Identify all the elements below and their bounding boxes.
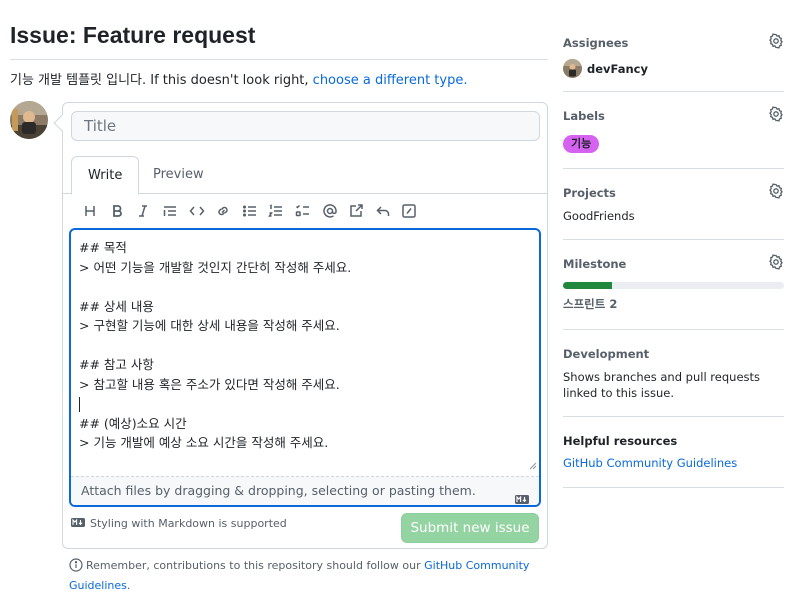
milestone-progress-fill — [563, 282, 612, 289]
body-line: > 구현할 기능에 대한 상세 내용을 작성해 주세요. — [79, 318, 340, 333]
body-line: > 어떤 기능을 개발할 것인지 간단히 작성해 주세요. — [79, 259, 352, 275]
development-section: Development Shows branches and pull requ… — [563, 347, 784, 401]
sidebar-divider — [563, 487, 784, 488]
task-list-icon[interactable] — [290, 200, 317, 222]
milestone-section: Milestone 스프린트 2 — [563, 254, 784, 312]
resources-section: Helpful resources GitHub Community Guide… — [563, 434, 784, 470]
issue-title-input[interactable] — [71, 111, 540, 141]
choose-different-type-link[interactable]: choose a different type. — [313, 73, 468, 88]
resources-heading: Helpful resources — [563, 434, 678, 448]
attach-files-text: Attach files by dragging & dropping, sel… — [81, 483, 476, 498]
markdown-icon — [71, 517, 85, 530]
sidebar-divider — [563, 329, 784, 330]
tab-preview[interactable]: Preview — [137, 156, 220, 195]
reply-icon[interactable] — [370, 200, 397, 222]
bold-icon[interactable] — [104, 200, 131, 222]
issue-body-editor[interactable]: ## 목적 > 어떤 기능을 개발할 것인지 간단히 작성해 주세요. ## 상… — [69, 228, 541, 507]
assignees-section: Assignees devFancy — [563, 33, 784, 78]
link-icon[interactable] — [210, 200, 237, 222]
body-line: > 기능 개발에 예상 소요 시간을 작성해 주세요. — [79, 435, 329, 450]
sidebar-divider — [563, 168, 784, 169]
body-line: > 참고할 내용 혹은 주소가 있다면 작성해 주세요. — [79, 376, 340, 392]
body-line: ## 목적 — [79, 240, 127, 255]
gear-icon[interactable] — [768, 183, 784, 203]
issue-compose-box: Write Preview — [53, 102, 548, 549]
issue-body-textarea[interactable]: ## 목적 > 어떤 기능을 개발할 것인지 간단히 작성해 주세요. ## 상… — [71, 230, 539, 476]
attach-files-bar[interactable]: Attach files by dragging & dropping, sel… — [71, 476, 539, 505]
sidebar-divider — [563, 416, 784, 417]
mention-icon[interactable] — [316, 200, 343, 222]
resize-handle-icon[interactable] — [529, 455, 537, 474]
labels-heading: Labels — [563, 109, 605, 123]
slash-commands-icon[interactable] — [396, 200, 423, 222]
assignee-name: devFancy — [587, 61, 648, 76]
label-pill[interactable]: 기능 — [563, 135, 600, 153]
template-note-text: 기능 개발 템플릿 입니다. If this doesn't look righ… — [10, 73, 313, 88]
project-name[interactable]: GoodFriends — [563, 208, 784, 224]
body-line: ## 상세 내용 — [79, 298, 154, 314]
bulleted-list-icon[interactable] — [237, 200, 264, 222]
development-text: Shows branches and pull requests linked … — [563, 370, 761, 400]
reminder-text: Remember, contributions to this reposito… — [86, 559, 425, 572]
text-cursor — [79, 397, 80, 412]
body-line — [79, 277, 531, 297]
body-line — [79, 336, 531, 356]
tab-write[interactable]: Write — [71, 156, 140, 195]
markdown-toolbar — [77, 200, 423, 222]
page-title: Issue: Feature request — [10, 22, 256, 48]
labels-section: Labels 기능 — [563, 106, 784, 153]
info-icon — [69, 558, 83, 577]
italic-icon[interactable] — [130, 200, 157, 222]
milestone-name[interactable]: 스프린트 2 — [563, 296, 784, 312]
projects-heading: Projects — [563, 186, 616, 200]
body-line: ## (예상)소요 시간 — [79, 415, 187, 431]
markdown-note-text: Styling with Markdown is supported — [90, 517, 287, 530]
gear-icon[interactable] — [768, 33, 784, 53]
sidebar-divider — [563, 239, 784, 240]
milestone-progress-bar — [563, 282, 784, 289]
quote-icon[interactable] — [157, 200, 184, 222]
assignees-heading: Assignees — [563, 36, 629, 50]
contribution-reminder: Remember, contributions to this reposito… — [69, 557, 539, 594]
template-note: 기능 개발 템플릿 입니다. If this doesn't look righ… — [10, 69, 468, 88]
development-heading: Development — [563, 347, 650, 361]
sidebar-divider — [563, 91, 784, 92]
numbered-list-icon[interactable] — [263, 200, 290, 222]
markdown-supported-note: Styling with Markdown is supported — [71, 517, 287, 530]
cross-reference-icon[interactable] — [343, 200, 370, 222]
submit-new-issue-button[interactable]: Submit new issue — [401, 513, 539, 543]
author-avatar — [10, 101, 48, 139]
reminder-suffix: . — [126, 579, 131, 592]
assignee-avatar — [563, 59, 582, 78]
body-line-with-cursor — [79, 394, 531, 414]
gear-icon[interactable] — [768, 254, 784, 274]
body-line: ## 참고 사항 — [79, 357, 154, 372]
resources-guidelines-link[interactable]: GitHub Community Guidelines — [563, 456, 784, 470]
editor-tabs: Write Preview — [63, 156, 547, 195]
milestone-heading: Milestone — [563, 257, 627, 271]
assignee-row[interactable]: devFancy — [563, 59, 784, 78]
code-icon[interactable] — [183, 200, 210, 222]
projects-section: Projects GoodFriends — [563, 183, 784, 224]
comment-caret — [53, 114, 71, 132]
heading-icon[interactable] — [77, 200, 104, 222]
gear-icon[interactable] — [768, 106, 784, 126]
title-divider — [10, 59, 548, 60]
markdown-icon — [515, 486, 529, 505]
